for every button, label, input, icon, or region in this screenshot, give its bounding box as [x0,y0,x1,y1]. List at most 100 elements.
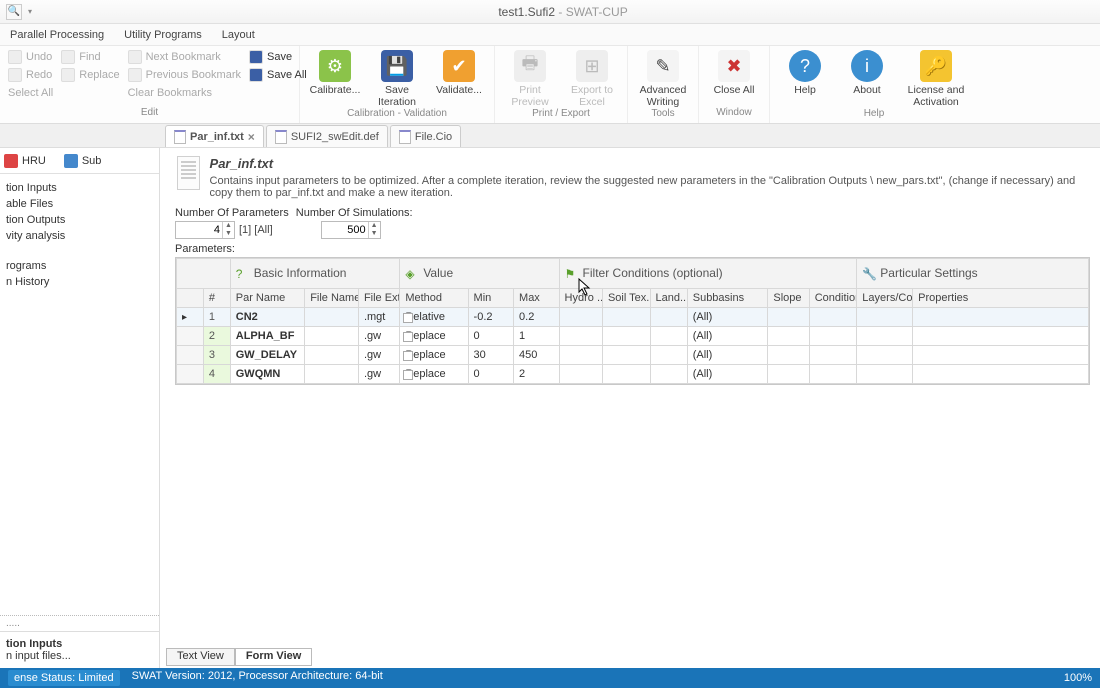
cell-hydro[interactable] [559,308,602,327]
find-button[interactable]: Find [59,48,121,66]
tree-item[interactable]: n History [2,274,159,290]
cell-parname[interactable]: GWQMN [230,365,304,384]
col-slope[interactable]: Slope [768,289,809,308]
cell-layers[interactable] [857,308,913,327]
cell-fileext[interactable]: .gw [358,365,399,384]
spin-up-icon[interactable]: ▲ [222,222,234,230]
ribbon-tab-utility[interactable]: Utility Programs [124,29,202,41]
cell-hydro[interactable] [559,346,602,365]
cell-min[interactable]: 0 [468,327,513,346]
cell-filename[interactable] [305,346,359,365]
tree-item[interactable]: able Files [2,196,159,212]
cell-min[interactable]: -0.2 [468,308,513,327]
cell-layers[interactable] [857,346,913,365]
cell-slope[interactable] [768,308,809,327]
spin-down-icon[interactable]: ▼ [222,230,234,238]
cell-parname[interactable]: CN2 [230,308,304,327]
doc-tab-sufi2[interactable]: SUFI2_swEdit.def [266,125,388,147]
col-max[interactable]: Max [514,289,560,308]
next-bookmark-button[interactable]: Next Bookmark [126,48,243,66]
col-min[interactable]: Min [468,289,513,308]
parameters-grid[interactable]: ?Basic Information ◈Value ⚑Filter Condit… [175,257,1090,385]
qat-search-icon[interactable]: 🔍 [6,4,22,20]
col-parname[interactable]: Par Name [230,289,304,308]
cell-slope[interactable] [768,327,809,346]
cell-method[interactable]: Replace [400,327,468,346]
col-method[interactable]: Method [400,289,468,308]
cell-fileext[interactable]: .gw [358,327,399,346]
col-layers[interactable]: Layers/Colu... [857,289,913,308]
tree-item[interactable]: vity analysis [2,228,159,244]
ribbon-tab-layout[interactable]: Layout [222,29,255,41]
calibrate-button[interactable]: ⚙Calibrate... [306,48,364,96]
col-hash[interactable]: # [203,289,230,308]
replace-button[interactable]: Replace [59,66,121,84]
col-fileext[interactable]: File Ext. [358,289,399,308]
validate-button[interactable]: ✔Validate... [430,48,488,96]
cell-slope[interactable] [768,346,809,365]
clear-bookmarks-button[interactable]: Clear Bookmarks [126,84,243,102]
print-preview-button[interactable]: 🖶Print Preview [501,48,559,108]
cell-filename[interactable] [305,327,359,346]
cell-min[interactable]: 0 [468,365,513,384]
table-row[interactable]: 4GWQMN.gwReplace02(All) [177,365,1089,384]
cell-properties[interactable] [913,365,1089,384]
cell-properties[interactable] [913,327,1089,346]
cell-parname[interactable]: GW_DELAY [230,346,304,365]
cell-method[interactable]: Replace [400,365,468,384]
cell-min[interactable]: 30 [468,346,513,365]
cell-subbasins[interactable]: (All) [687,365,768,384]
row-handle[interactable] [177,327,204,346]
close-icon[interactable]: × [248,130,255,144]
cell-hydro[interactable] [559,365,602,384]
doc-tab-filecio[interactable]: File.Cio [390,125,461,147]
table-row[interactable]: 1CN2.mgtRelative-0.20.2(All) [177,308,1089,327]
cell-layers[interactable] [857,327,913,346]
doc-tab-parinf[interactable]: Par_inf.txt × [165,125,264,147]
num-sim-spinner[interactable]: ▲▼ [321,221,381,239]
cell-subbasins[interactable]: (All) [687,308,768,327]
tree-item[interactable]: tion Inputs [2,180,159,196]
cell-filename[interactable] [305,365,359,384]
num-params-input[interactable] [176,222,222,238]
cell-condition[interactable] [809,365,857,384]
cell-soil[interactable] [602,308,650,327]
row-handle[interactable] [177,365,204,384]
spin-down-icon[interactable]: ▼ [368,230,380,238]
undo-button[interactable]: Undo [6,48,55,66]
num-params-spinner[interactable]: ▲▼ [175,221,235,239]
license-button[interactable]: 🔑License and Activation [900,48,972,108]
help-button[interactable]: ?Help [776,48,834,96]
ribbon-tab-parallel[interactable]: Parallel Processing [10,29,104,41]
text-view-tab[interactable]: Text View [166,648,235,666]
cell-layers[interactable] [857,365,913,384]
export-excel-button[interactable]: ⊞Export to Excel [563,48,621,108]
table-row[interactable]: 3GW_DELAY.gwReplace30450(All) [177,346,1089,365]
tree-item[interactable]: rograms [2,258,159,274]
tree-item[interactable]: tion Outputs [2,212,159,228]
row-handle[interactable] [177,346,204,365]
row-handle[interactable] [177,308,204,327]
cell-land[interactable] [650,365,687,384]
sub-button[interactable]: Sub [64,154,102,168]
prev-bookmark-button[interactable]: Previous Bookmark [126,66,243,84]
col-condition[interactable]: Condition... [809,289,857,308]
cell-condition[interactable] [809,346,857,365]
cell-condition[interactable] [809,308,857,327]
col-filename[interactable]: File Name [305,289,359,308]
cell-hydro[interactable] [559,327,602,346]
save-iteration-button[interactable]: 💾Save Iteration [368,48,426,108]
cell-max[interactable]: 2 [514,365,560,384]
select-all-button[interactable]: Select All [6,84,55,102]
col-land[interactable]: Land... [650,289,687,308]
form-view-tab[interactable]: Form View [235,648,312,666]
cell-max[interactable]: 1 [514,327,560,346]
cell-max[interactable]: 0.2 [514,308,560,327]
cell-slope[interactable] [768,365,809,384]
cell-filename[interactable] [305,308,359,327]
cell-land[interactable] [650,346,687,365]
close-all-button[interactable]: ✖Close All [705,48,763,96]
cell-soil[interactable] [602,327,650,346]
col-subbasins[interactable]: Subbasins [687,289,768,308]
cell-fileext[interactable]: .mgt [358,308,399,327]
